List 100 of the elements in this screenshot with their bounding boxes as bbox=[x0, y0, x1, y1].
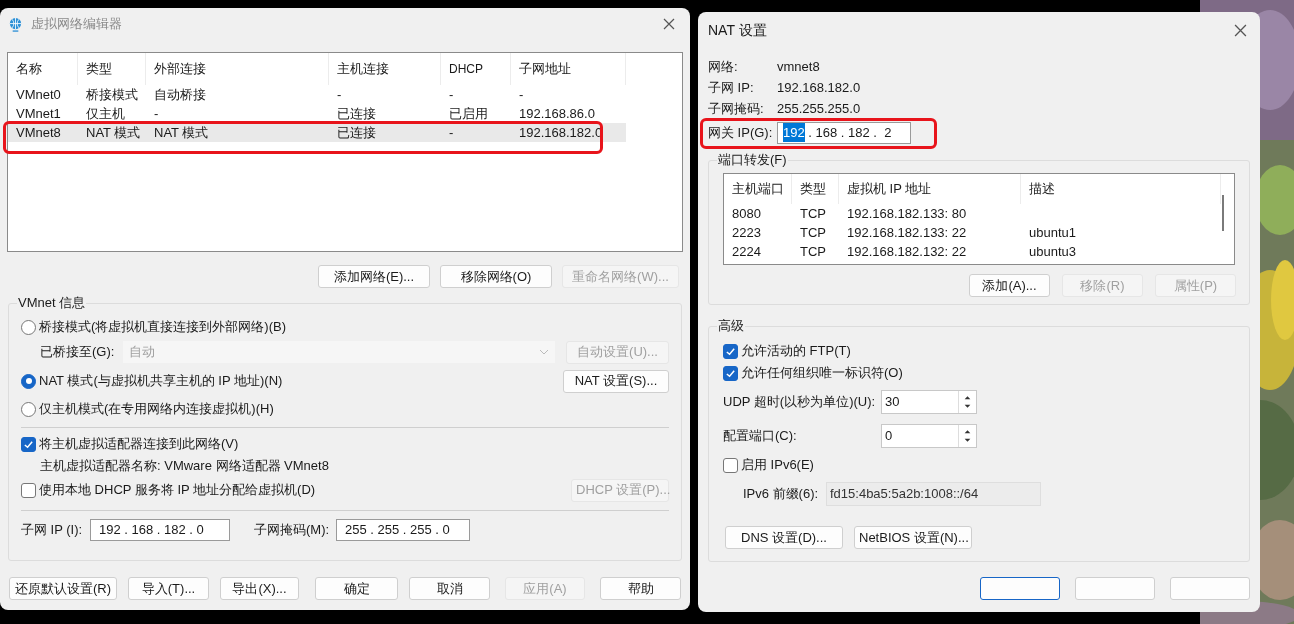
table-cell-text: TCP bbox=[799, 242, 827, 261]
button[interactable]: 取消 bbox=[409, 577, 490, 600]
table-cell-text: 桥接模式 bbox=[85, 85, 139, 104]
column-header[interactable]: 子网地址 bbox=[511, 53, 626, 85]
button[interactable]: 移除网络(O) bbox=[440, 265, 552, 288]
field-label: 网络: bbox=[708, 57, 739, 76]
table-cell-text: ubuntu3 bbox=[1028, 242, 1077, 261]
table-cell-text: VMnet0 bbox=[15, 85, 62, 104]
button[interactable]: DNS 设置(D)... bbox=[725, 526, 843, 549]
table-cell-text: 192.168.182.133: 22 bbox=[846, 223, 968, 242]
table-cell-text: 192.168.182.0 bbox=[518, 123, 604, 142]
radio-label: 仅主机模式(在专用网络内连接虚拟机)(H) bbox=[39, 400, 274, 419]
table-row[interactable]: VMnet0 桥接模式 自动桥接 - - - bbox=[8, 85, 626, 104]
spin-field[interactable]: 30 bbox=[881, 390, 977, 414]
table-cell-text: 192.168.182.133: 80 bbox=[846, 204, 968, 223]
button[interactable] bbox=[980, 577, 1060, 600]
table-cell-text: 已连接 bbox=[336, 104, 377, 123]
column-header[interactable]: 描述 bbox=[1021, 174, 1221, 204]
radio-button[interactable] bbox=[21, 401, 36, 417]
table-cell-text: ubuntu1 bbox=[1028, 223, 1077, 242]
globe-icon bbox=[8, 16, 23, 32]
button[interactable]: 帮助 bbox=[600, 577, 681, 600]
button[interactable]: 确定 bbox=[315, 577, 398, 600]
table-cell-text: - bbox=[153, 104, 160, 123]
field-label: 配置端口(C): bbox=[723, 427, 798, 446]
column-header[interactable]: 主机端口 bbox=[724, 174, 792, 204]
field-label: 子网掩码(M): bbox=[254, 521, 331, 540]
field-label: IPv6 前缀(6): bbox=[743, 485, 820, 504]
button[interactable]: NAT 设置(S)... bbox=[563, 369, 669, 393]
radio-label: NAT 模式(与虚拟机共享主机的 IP 地址)(N) bbox=[39, 372, 283, 391]
column-header[interactable]: DHCP bbox=[441, 53, 511, 85]
spin-field[interactable]: 0 bbox=[881, 424, 977, 448]
radio-label: 桥接模式(将虚拟机直接连接到外部网络)(B) bbox=[39, 318, 286, 337]
field-value: 255.255.255.0 bbox=[777, 99, 861, 118]
table-cell-text: - bbox=[448, 85, 455, 104]
button[interactable]: 添加(A)... bbox=[969, 274, 1050, 297]
ip-field[interactable]: 192 . 168 . 182 . 2 bbox=[777, 121, 911, 144]
table-cell-text: NAT 模式 bbox=[153, 123, 210, 142]
table-cell-text: 2223 bbox=[731, 223, 762, 242]
table-cell-text: 仅主机 bbox=[85, 104, 126, 123]
table-cell-text: TCP bbox=[799, 204, 827, 223]
field-label: 网关 IP(G): bbox=[708, 123, 774, 142]
ip-field[interactable]: 255 . 255 . 255 . 0 bbox=[336, 519, 470, 541]
checkbox-label: 启用 IPv6(E) bbox=[741, 456, 814, 475]
table-cell-text: 192.168.86.0 bbox=[518, 104, 596, 123]
button[interactable]: 导入(T)... bbox=[128, 577, 209, 600]
field-value: vmnet8 bbox=[777, 57, 820, 76]
adapter-name-text: 主机虚拟适配器名称: VMware 网络适配器 VMnet8 bbox=[40, 457, 329, 476]
close-icon[interactable] bbox=[663, 18, 675, 30]
checkbox[interactable] bbox=[723, 365, 738, 381]
table-cell-text: 192.168.182.132: 22 bbox=[846, 242, 968, 261]
field-label: 子网 IP: bbox=[708, 78, 755, 97]
window-title: NAT 设置 bbox=[708, 20, 767, 40]
checkbox[interactable] bbox=[723, 343, 738, 359]
checkbox[interactable] bbox=[723, 457, 738, 473]
check-icon bbox=[725, 345, 736, 357]
group-title: 端口转发(F) bbox=[717, 151, 788, 169]
table-row[interactable]: VMnet1 仅主机 - 已连接 已启用 192.168.86.0 bbox=[8, 104, 626, 123]
checkbox[interactable] bbox=[21, 436, 36, 452]
table-cell-text: VMnet1 bbox=[15, 104, 62, 123]
table-cell-text: 2224 bbox=[731, 242, 762, 261]
radio-button[interactable] bbox=[21, 319, 36, 335]
close-icon[interactable] bbox=[1234, 23, 1247, 37]
window-title: 虚拟网络编辑器 bbox=[31, 15, 122, 34]
table-cell-text: VMnet8 bbox=[15, 123, 62, 142]
chevron-down-icon bbox=[539, 349, 549, 355]
button[interactable]: NetBIOS 设置(N)... bbox=[854, 526, 972, 549]
checkbox-label: 允许任何组织唯一标识符(O) bbox=[741, 364, 903, 383]
column-header[interactable]: 外部连接 bbox=[146, 53, 329, 85]
column-header[interactable]: 类型 bbox=[792, 174, 839, 204]
column-header[interactable]: 类型 bbox=[78, 53, 146, 85]
field-label: UDP 超时(以秒为单位)(U): bbox=[723, 393, 877, 412]
table-cell-text: - bbox=[448, 123, 455, 142]
table-cell-text: 已连接 bbox=[336, 123, 377, 142]
group-title: VMnet 信息 bbox=[17, 294, 87, 312]
field-label: 子网掩码: bbox=[708, 99, 765, 118]
checkbox[interactable] bbox=[21, 482, 36, 498]
field-value: 192.168.182.0 bbox=[777, 78, 861, 97]
button[interactable]: 导出(X)... bbox=[220, 577, 299, 600]
field-label: 已桥接至(G): bbox=[40, 343, 116, 362]
ip-field[interactable]: 192 . 168 . 182 . 0 bbox=[90, 519, 230, 541]
checkbox-label: 将主机虚拟适配器连接到此网络(V) bbox=[39, 435, 239, 454]
table-cell-text: 8080 bbox=[731, 204, 762, 223]
check-icon bbox=[23, 438, 34, 450]
column-header[interactable]: 主机连接 bbox=[329, 53, 441, 85]
table-cell-text: - bbox=[336, 85, 343, 104]
table-cell-text: - bbox=[518, 85, 525, 104]
table-cell-text: 自动桥接 bbox=[153, 85, 207, 104]
table-cell-text: NAT 模式 bbox=[85, 123, 142, 142]
column-header[interactable]: 名称 bbox=[8, 53, 78, 85]
radio-button[interactable] bbox=[21, 373, 36, 389]
table-cell-text: 已启用 bbox=[448, 104, 489, 123]
checkbox-label: 允许活动的 FTP(T) bbox=[741, 342, 851, 361]
button[interactable]: 添加网络(E)... bbox=[318, 265, 430, 288]
group-title: 高级 bbox=[717, 317, 745, 335]
button[interactable]: 还原默认设置(R) bbox=[9, 577, 117, 600]
check-icon bbox=[725, 367, 736, 379]
scrollbar-thumb[interactable] bbox=[1222, 195, 1224, 231]
checkbox-label: 使用本地 DHCP 服务将 IP 地址分配给虚拟机(D) bbox=[39, 481, 316, 500]
column-header[interactable]: 虚拟机 IP 地址 bbox=[839, 174, 1021, 204]
